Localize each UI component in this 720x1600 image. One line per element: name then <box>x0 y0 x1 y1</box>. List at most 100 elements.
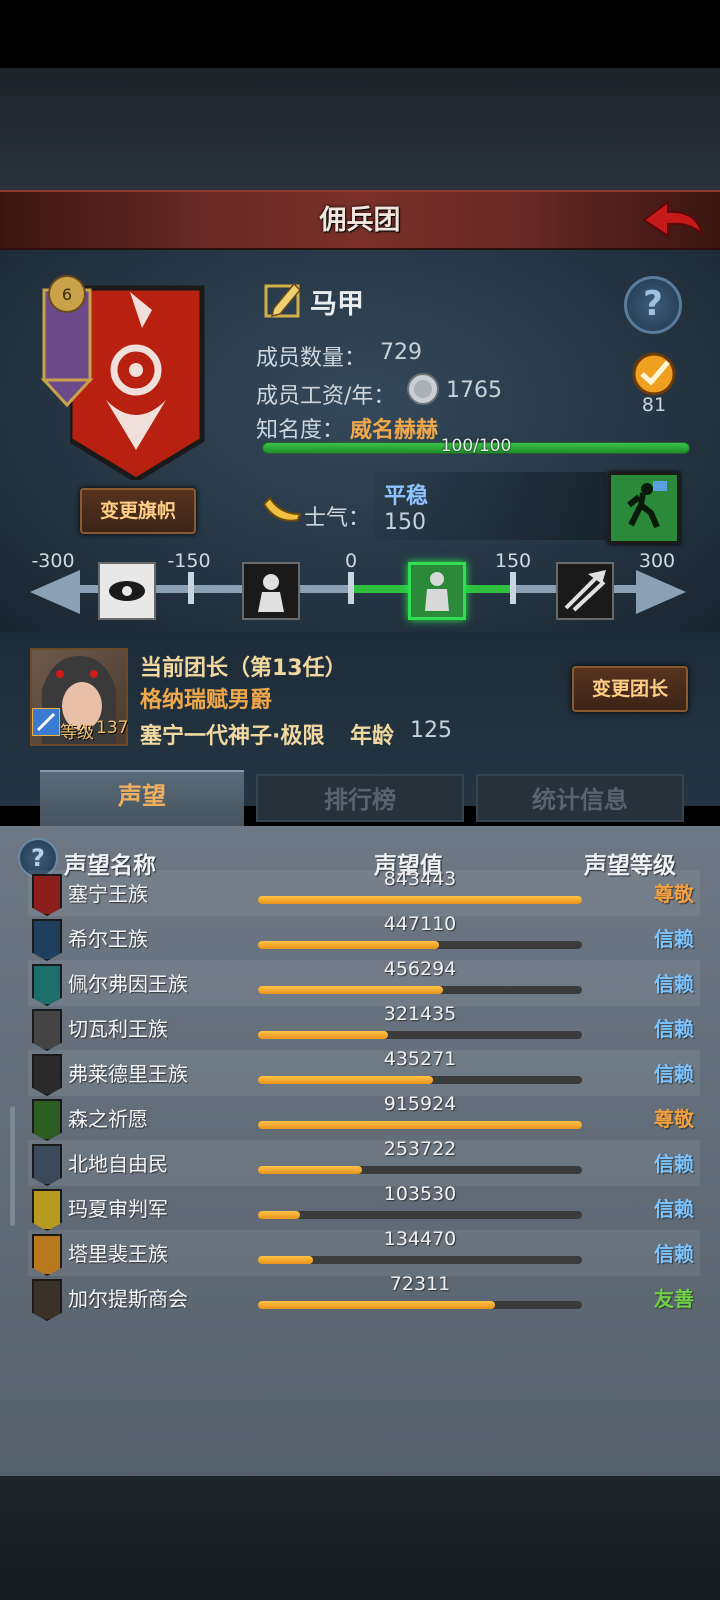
leader-age-label: 年龄 <box>350 724 395 749</box>
reputation-progress-fill <box>258 941 440 949</box>
list-item[interactable]: 切瓦利王族 321435 信赖 <box>28 1003 700 1051</box>
slider-label: 150 <box>494 550 532 572</box>
edit-name-icon[interactable] <box>264 280 304 320</box>
page-title: 佣兵团 <box>319 205 401 236</box>
reputation-progress-bar <box>258 1121 582 1129</box>
faction-emblem-icon <box>32 1189 62 1231</box>
faction-name: 加尔提斯商会 <box>68 1287 188 1311</box>
list-item[interactable]: 加尔提斯商会 72311 友善 <box>28 1273 700 1321</box>
svg-text:6: 6 <box>62 285 72 304</box>
faction-name: 北地自由民 <box>68 1152 168 1176</box>
change-flag-button[interactable]: 变更旗帜 <box>80 488 196 534</box>
list-item[interactable]: 森之祈愿 915924 尊敬 <box>28 1093 700 1141</box>
reputation-value: 321435 <box>383 1003 457 1025</box>
reputation-progress-fill <box>258 1121 582 1129</box>
leader-class: 塞宁一代神子·极限 <box>140 724 325 749</box>
leader-age-value: 125 <box>410 718 452 743</box>
reputation-progress-fill <box>258 986 443 994</box>
faction-emblem-icon <box>32 1144 62 1186</box>
leader-title: 当前团长（第13任） <box>140 656 347 681</box>
reputation-level: 信赖 <box>654 972 694 996</box>
reputation-value: 456294 <box>383 958 457 980</box>
reputation-value: 843443 <box>383 868 457 890</box>
tab-reputation[interactable]: 声望 <box>40 770 244 828</box>
reputation-progress-bar <box>258 1166 582 1174</box>
list-item[interactable]: 玛夏审判军 103530 信赖 <box>28 1183 700 1231</box>
reputation-progress-fill <box>258 1166 362 1174</box>
slider-left-arrow-icon <box>30 570 80 614</box>
list-item[interactable]: 塔里裴王族 134470 信赖 <box>28 1228 700 1276</box>
list-item[interactable]: 北地自由民 253722 信赖 <box>28 1138 700 1186</box>
reputation-progress-bar <box>258 896 582 904</box>
morale-level-calm-icon <box>408 562 466 620</box>
scrollbar[interactable] <box>10 1106 15 1226</box>
faction-emblem-icon <box>32 1009 62 1051</box>
fame-progress-text: 100/100 <box>440 436 512 456</box>
slider-tick <box>510 572 516 604</box>
morale-value: 150 <box>384 510 426 535</box>
slider-label: -300 <box>31 550 75 572</box>
reputation-progress-bar <box>258 1031 582 1039</box>
reputation-level: 信赖 <box>654 927 694 951</box>
morale-level-eye-icon <box>98 562 156 620</box>
slider-right-arrow-icon <box>636 570 686 614</box>
leader-level-label: 等级 <box>60 723 94 743</box>
members-label: 成员数量： <box>256 346 367 371</box>
morale-state: 平稳 <box>384 484 429 509</box>
faction-emblem-icon <box>32 1099 62 1141</box>
leader-name: 格纳瑞赋男爵 <box>140 688 273 713</box>
list-item[interactable]: 佩尔弗因王族 456294 信赖 <box>28 958 700 1006</box>
faction-emblem-icon <box>32 1279 62 1321</box>
reputation-level: 信赖 <box>654 1062 694 1086</box>
morale-level-despair-icon <box>242 562 300 620</box>
reputation-level: 尊敬 <box>654 1107 694 1131</box>
reputation-progress-fill <box>258 1031 388 1039</box>
guild-name: 马甲 <box>310 289 364 320</box>
morale-level-victory-icon <box>556 562 614 620</box>
wage-label: 成员工资/年： <box>256 384 396 409</box>
reputation-value: 103530 <box>383 1183 457 1205</box>
faction-name: 塔里裴王族 <box>68 1242 168 1266</box>
faction-name: 玛夏审判军 <box>68 1197 168 1221</box>
reputation-progress-bar <box>258 941 582 949</box>
rank-value: 81 <box>641 394 667 416</box>
faction-name: 切瓦利王族 <box>68 1017 168 1041</box>
rank-badge-icon <box>632 352 676 396</box>
reputation-value: 447110 <box>383 913 457 935</box>
list-item[interactable]: 塞宁王族 843443 尊敬 <box>28 868 700 916</box>
back-arrow-icon[interactable] <box>640 198 706 244</box>
reputation-list: 塞宁王族 843443 尊敬 希尔王族 447110 信赖 佩尔弗因王族 456294 信赖 切瓦… <box>0 868 720 1330</box>
help-button[interactable]: ? <box>624 276 682 334</box>
horn-icon <box>262 496 302 522</box>
background-top <box>0 68 720 190</box>
silver-coin-icon <box>407 373 439 405</box>
slider-tick <box>188 572 194 604</box>
slider-label: 0 <box>344 550 358 572</box>
reputation-level: 信赖 <box>654 1017 694 1041</box>
reputation-value: 253722 <box>383 1138 457 1160</box>
reputation-progress-fill <box>258 1076 433 1084</box>
faction-emblem-icon <box>32 964 62 1006</box>
faction-name: 希尔王族 <box>68 927 148 951</box>
reputation-progress-fill <box>258 896 582 904</box>
tab-statistics[interactable]: 统计信息 <box>476 774 684 822</box>
reputation-level: 信赖 <box>654 1197 694 1221</box>
guild-crest-icon: 6 <box>40 275 94 408</box>
list-item[interactable]: 希尔王族 447110 信赖 <box>28 913 700 961</box>
faction-emblem-icon <box>32 874 62 916</box>
wage-value: 1765 <box>446 378 502 403</box>
morale-status-icon <box>608 472 680 544</box>
list-item[interactable]: 弗莱德里王族 435271 信赖 <box>28 1048 700 1096</box>
sword-class-icon <box>32 708 60 736</box>
reputation-progress-bar <box>258 986 582 994</box>
reputation-value: 915924 <box>383 1093 457 1115</box>
status-bar-area <box>0 0 720 68</box>
background-bottom <box>0 1476 720 1600</box>
title-bar: 佣兵团 <box>0 190 720 250</box>
faction-emblem-icon <box>32 1234 62 1276</box>
reputation-value: 134470 <box>383 1228 457 1250</box>
tab-leaderboard[interactable]: 排行榜 <box>256 774 464 822</box>
leader-level-value: 137 <box>96 718 129 738</box>
reputation-progress-bar <box>258 1301 582 1309</box>
change-leader-button[interactable]: 变更团长 <box>572 666 688 712</box>
